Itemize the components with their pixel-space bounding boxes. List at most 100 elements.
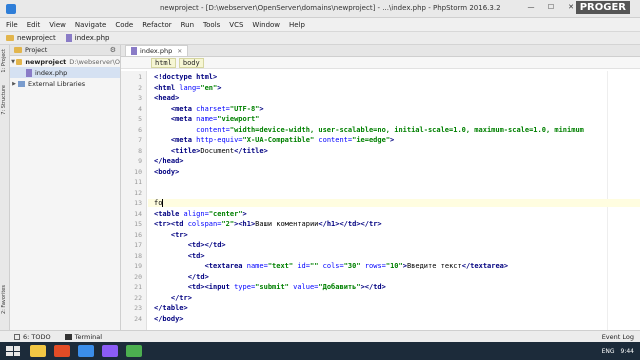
app-taskbar-icon[interactable]	[126, 345, 142, 357]
minimize-button[interactable]: —	[522, 3, 540, 14]
line-number: 18	[134, 251, 142, 260]
line-number: 21	[134, 283, 142, 291]
tree-external-label: External Libraries	[28, 79, 86, 88]
tab-favorites-tool[interactable]: 2: Favorites	[1, 285, 9, 314]
code-line[interactable]: <textarea name="text" id="" cols="30" ro…	[154, 262, 509, 270]
menu-edit[interactable]: Edit	[27, 21, 41, 29]
project-panel: Project ⚙ ▼ newproject D:\webserver\O in…	[10, 45, 121, 330]
event-log-button[interactable]: Event Log	[602, 333, 634, 341]
browser-taskbar-icon[interactable]	[54, 345, 70, 357]
line-number: 9	[138, 157, 142, 165]
menu-help[interactable]: Help	[289, 21, 305, 29]
code-line[interactable]: <title>Document</title>	[154, 147, 268, 155]
code-line[interactable]: <td>	[154, 252, 205, 260]
line-number: 2	[138, 83, 142, 92]
line-number: 3	[138, 94, 142, 102]
code-line[interactable]: <body>	[154, 168, 179, 176]
line-number: 11	[134, 178, 142, 186]
tree-root-path: D:\webserver\O	[69, 57, 120, 66]
code-line[interactable]: </tr>	[154, 294, 192, 302]
bottom-tool-bar: 6: TODO Terminal Event Log	[0, 330, 640, 342]
line-number: 17	[134, 241, 142, 249]
phpstorm-taskbar-icon[interactable]	[102, 345, 118, 357]
line-number: 4	[138, 104, 142, 113]
code-line[interactable]: </td>	[154, 273, 209, 281]
tree-file[interactable]: index.php	[10, 67, 120, 78]
language-indicator[interactable]: ENG	[602, 348, 615, 355]
breadcrumb-html[interactable]: html	[151, 57, 176, 68]
clock[interactable]: 9:44	[621, 348, 634, 355]
code-line[interactable]: <table align="center">	[154, 210, 247, 218]
tab-project-tool[interactable]: 1: Project	[1, 49, 9, 73]
line-number: 16	[134, 230, 142, 239]
menu-vcs[interactable]: VCS	[229, 21, 243, 29]
line-number: 20	[134, 272, 142, 281]
line-number: 1	[138, 73, 142, 81]
code-line[interactable]: content="width=device-width, user-scalab…	[154, 126, 584, 134]
app-taskbar-icon[interactable]	[78, 345, 94, 357]
menu-run[interactable]: Run	[181, 21, 194, 29]
code-line[interactable]: <meta http-equiv="X-UA-Compatible" conte…	[154, 136, 394, 144]
menu-window[interactable]: Window	[252, 21, 280, 29]
code-line[interactable]: </body>	[154, 315, 184, 323]
editor: index.php ✕ html body 1 2 3 4 5 6 7 8 9 …	[121, 45, 640, 330]
current-code-line[interactable]: fo	[148, 199, 640, 207]
code-line[interactable]: <html lang="en">	[154, 84, 221, 92]
nav-project-label: newproject	[17, 34, 56, 42]
nav-file[interactable]: index.php	[65, 34, 109, 42]
tree-external-libraries[interactable]: ▶ External Libraries	[10, 78, 120, 89]
line-number: 12	[134, 188, 142, 197]
code-line[interactable]: <meta name="viewport"	[154, 115, 260, 123]
project-panel-header: Project ⚙	[10, 45, 120, 56]
code-line[interactable]: <!doctype html>	[154, 73, 217, 81]
code-line[interactable]: <tr>	[154, 231, 188, 239]
breadcrumb-body[interactable]: body	[178, 57, 204, 68]
terminal-tool-button[interactable]: Terminal	[64, 333, 102, 341]
folder-icon	[6, 35, 14, 41]
menu-file[interactable]: File	[6, 21, 18, 29]
menu-code[interactable]: Code	[115, 21, 133, 29]
collapse-arrow-icon[interactable]: ▶	[10, 81, 18, 87]
code-line[interactable]: </head>	[154, 157, 184, 165]
line-number: 23	[134, 304, 142, 312]
editor-tab-bar: index.php ✕	[121, 45, 640, 57]
code-line[interactable]: <tr><td colspan="2"><h1>Ваши коментарии<…	[154, 220, 382, 228]
system-tray: ENG 9:44	[596, 348, 634, 355]
nav-project[interactable]: newproject	[6, 34, 56, 42]
menu-tools[interactable]: Tools	[203, 21, 220, 29]
explorer-taskbar-icon[interactable]	[30, 345, 46, 357]
tree-root[interactable]: ▼ newproject D:\webserver\O	[10, 56, 120, 67]
menu-refactor[interactable]: Refactor	[142, 21, 171, 29]
tab-structure-tool[interactable]: 7: Structure	[1, 85, 9, 115]
menu-bar: File Edit View Navigate Code Refactor Ru…	[0, 18, 640, 32]
code-line[interactable]: <head>	[154, 94, 179, 102]
code-line[interactable]: <td><input type="submit" value="Добавить…	[154, 283, 386, 291]
navigation-bar: newproject index.php	[0, 32, 640, 45]
maximize-button[interactable]: ☐	[542, 3, 560, 14]
todo-icon	[14, 333, 20, 340]
windows-taskbar: ENG 9:44	[0, 342, 640, 360]
line-number-gutter: 1 2 3 4 5 6 7 8 9 10 11 12 13 14 15 16 1…	[121, 71, 147, 330]
code-line[interactable]: </table>	[154, 304, 188, 312]
menu-view[interactable]: View	[49, 21, 66, 29]
todo-label: 6: TODO	[23, 332, 51, 341]
todo-tool-button[interactable]: 6: TODO	[14, 333, 51, 341]
line-number: 6	[138, 125, 142, 134]
editor-tab-label: index.php	[140, 47, 173, 55]
line-number: 24	[134, 314, 142, 323]
title-bar: newproject - [D:\webserver\OpenServer\do…	[0, 0, 640, 18]
line-number: 13	[134, 199, 142, 207]
code-line[interactable]: <meta charset="UTF-8">	[154, 105, 264, 113]
left-tool-strip: 1: Project 7: Structure 2: Favorites	[0, 45, 10, 330]
project-panel-title[interactable]: Project	[25, 46, 47, 54]
code-area[interactable]: 1 2 3 4 5 6 7 8 9 10 11 12 13 14 15 16 1…	[121, 71, 640, 330]
close-tab-icon[interactable]: ✕	[177, 48, 182, 55]
menu-navigate[interactable]: Navigate	[75, 21, 106, 29]
editor-tab-index[interactable]: index.php ✕	[125, 45, 189, 56]
tree-root-name: newproject	[25, 57, 67, 66]
gear-icon[interactable]: ⚙	[110, 46, 116, 54]
code-line[interactable]: <td></td>	[154, 241, 226, 249]
project-icon	[14, 47, 22, 53]
line-number: 7	[138, 136, 142, 144]
windows-start-icon[interactable]	[4, 344, 22, 358]
